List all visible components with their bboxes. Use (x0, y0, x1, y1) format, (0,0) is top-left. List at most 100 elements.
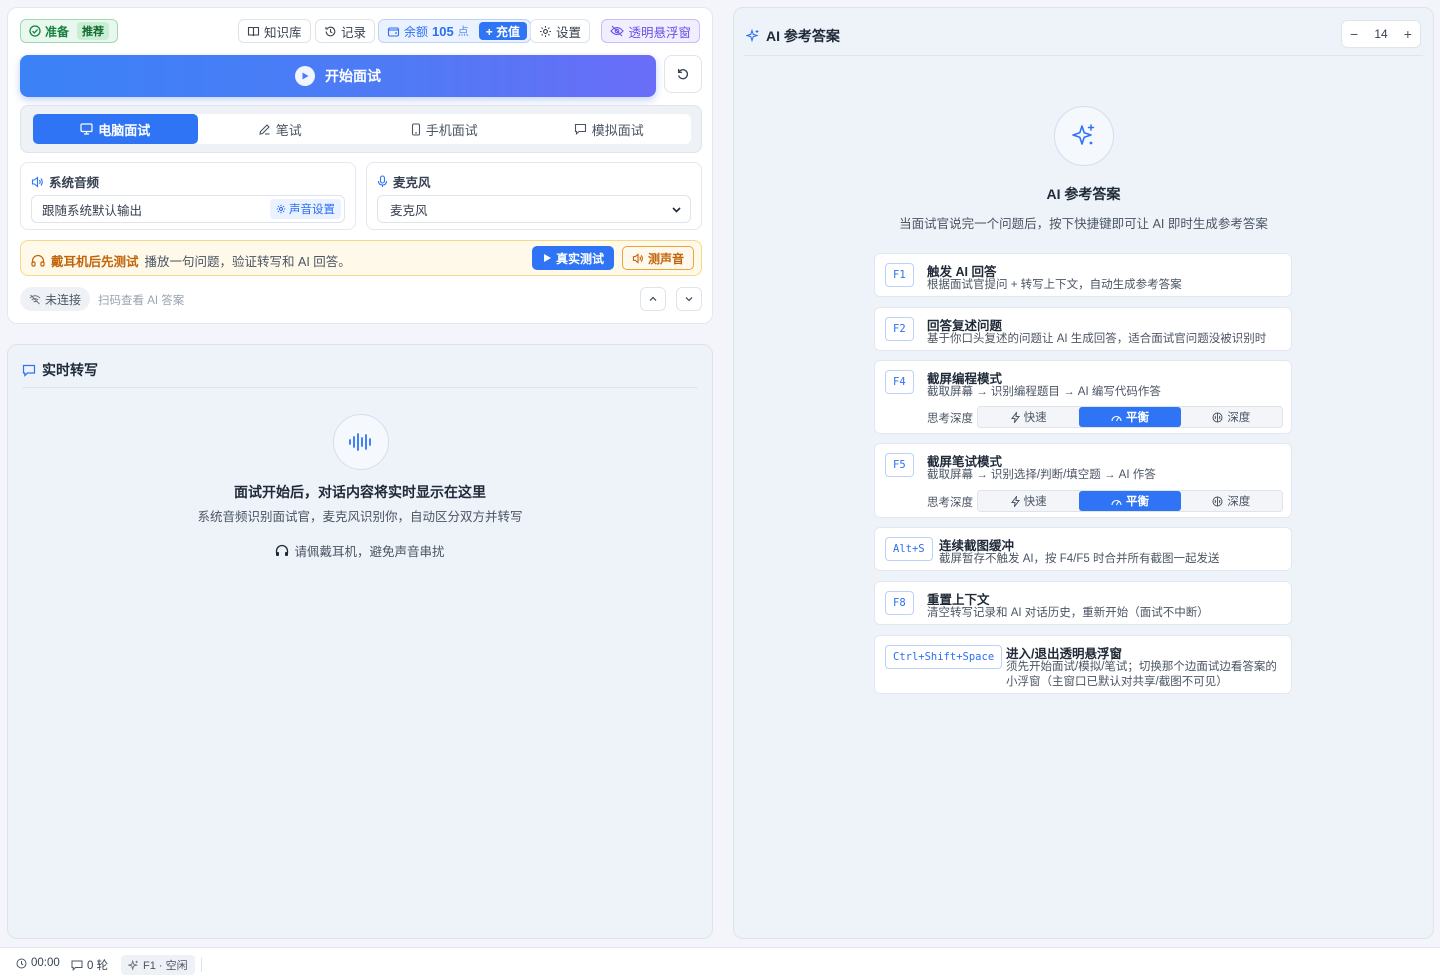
chat-icon (22, 364, 36, 377)
ready-label: 准备 (45, 24, 70, 39)
speaker-icon (31, 175, 44, 188)
shortcut-key: F4 (885, 370, 914, 394)
shortcut-card-f2: F2 回答复述问题 基于你口头复述的问题让 AI 生成回答，适合面试官问题没被识… (874, 307, 1292, 351)
shortcut-desc: 截取屏幕 → 识别编程题目 → AI 编写代码作答 (927, 386, 1161, 398)
increase-font-button[interactable]: + (1404, 26, 1412, 42)
chat-icon (574, 123, 587, 135)
decrease-font-button[interactable]: − (1350, 26, 1358, 42)
transcript-title: 实时转写 (22, 360, 98, 380)
tab-label: 笔试 (275, 122, 302, 138)
microphone-icon (377, 175, 388, 188)
microphone-selected: 麦克风 (390, 203, 428, 218)
depth-fast-option[interactable]: 快速 (978, 491, 1079, 511)
tab-label: 模拟面试 (591, 122, 644, 138)
chevron-down-icon (671, 204, 682, 215)
tab-pc-interview[interactable]: 电脑面试 (33, 114, 198, 144)
ai-answer-title-label: AI 参考答案 (766, 28, 840, 44)
shortcut-card-ctrl-shift-space: Ctrl+Shift+Space 进入/退出透明悬浮窗 须先开始面试/模拟/笔试… (874, 635, 1292, 694)
depth-option-label: 平衡 (1125, 496, 1149, 508)
lightning-icon (1010, 411, 1020, 423)
system-audio-value: 跟随系统默认输出 (42, 203, 143, 218)
brain-icon (1212, 412, 1223, 423)
sound-test-button[interactable]: 测声音 (622, 246, 695, 270)
recharge-button[interactable]: + 充值 (478, 22, 528, 40)
lightning-icon (1010, 495, 1020, 507)
shortcut-desc: 基于你口头复述的问题让 AI 生成回答，适合面试官问题没被识别时 (927, 333, 1267, 345)
ready-badge: 准备 推荐 (20, 19, 119, 43)
depth-balance-option[interactable]: 平衡 (1079, 491, 1181, 511)
shortcut-key: F8 (885, 591, 914, 615)
connection-status-label: 未连接 (45, 292, 82, 307)
transcript-title-label: 实时转写 (42, 362, 98, 378)
expand-down-button[interactable] (676, 287, 702, 311)
depth-fast-option[interactable]: 快速 (978, 407, 1079, 427)
depth-deep-option[interactable]: 深度 (1181, 491, 1282, 511)
depth-balance-option[interactable]: 平衡 (1079, 407, 1181, 427)
depth-option-label: 快速 (1023, 412, 1047, 424)
balance-label: 余额 (404, 24, 429, 39)
collapse-up-button[interactable] (640, 287, 666, 311)
sound-test-label: 测声音 (648, 251, 685, 266)
font-size-stepper: − 14 + (1341, 20, 1421, 48)
system-audio-output-field[interactable]: 跟随系统默认输出 声音设置 (31, 195, 345, 223)
elapsed-time-value: 00:00 (31, 957, 60, 969)
sparkle-icon (1054, 106, 1114, 166)
shortcut-desc: 截屏暂存不触发 AI，按 F4/F5 时合并所有截图一起发送 (939, 553, 1220, 565)
tab-phone-interview[interactable]: 手机面试 (362, 114, 527, 144)
microphone-title: 麦克风 (377, 172, 431, 191)
chevron-down-icon (684, 294, 694, 304)
start-interview-button[interactable]: 开始面试 (20, 55, 656, 97)
control-card: 准备 推荐 知识库 记录 余额 105 点 + 充值 设置 透明悬浮窗 开始面试… (7, 7, 713, 324)
float-window-button[interactable]: 透明悬浮窗 (601, 19, 700, 43)
real-test-button[interactable]: 真实测试 (532, 246, 615, 270)
tab-label: 手机面试 (425, 122, 478, 138)
shortcut-card-alt-s: Alt+S 连续截图缓冲 截屏暂存不触发 AI，按 F4/F5 时合并所有截图一… (874, 527, 1292, 571)
refresh-icon (676, 67, 690, 81)
shortcut-card-f8: F8 重置上下文 清空转写记录和 AI 对话历史，重新开始（面试不中断） (874, 581, 1292, 625)
depth-deep-option[interactable]: 深度 (1181, 407, 1282, 427)
system-audio-card: 系统音频 跟随系统默认输出 声音设置 (20, 162, 356, 230)
microphone-select[interactable]: 麦克风 (377, 195, 691, 223)
transcript-empty-sub: 系统音频识别面试官，麦克风识别你，自动区分双方并转写 (197, 510, 523, 524)
divider (22, 387, 698, 388)
refresh-button[interactable] (664, 55, 702, 93)
ai-empty-sub: 当面试官说完一个问题后，按下快捷键即可让 AI 即时生成参考答案 (899, 217, 1268, 231)
play-icon (295, 66, 315, 86)
hotkey-state-badge: F1 · 空闲 (121, 955, 195, 975)
chevron-up-icon (648, 294, 658, 304)
shortcut-key: F1 (885, 263, 914, 287)
tab-mock-interview[interactable]: 模拟面试 (527, 114, 692, 144)
mode-tabs-group: 电脑面试 笔试 手机面试 模拟面试 (33, 114, 691, 144)
tab-written-test[interactable]: 笔试 (198, 114, 363, 144)
clock-icon (16, 958, 27, 969)
balance-display: 余额 105 点 + 充值 (378, 19, 532, 43)
knowledge-base-label: 知识库 (264, 25, 302, 40)
round-count-value: 0 轮 (87, 960, 109, 972)
pen-icon (258, 123, 271, 136)
depth-selector-f5: 快速 平衡 深度 (977, 490, 1283, 512)
sound-settings-button[interactable]: 声音设置 (270, 199, 341, 219)
shortcut-desc: 须先开始面试/模拟/笔试；切换那个边面试边看答案的小浮窗（主窗口已默认对共享/截… (1006, 661, 1277, 688)
ai-answer-title: AI 参考答案 (746, 26, 840, 46)
tab-label: 电脑面试 (98, 122, 151, 138)
shortcut-card-f5: F5 截屏笔试模式 截取屏幕 → 识别选择/判断/填空题 → AI 作答 思考深… (874, 443, 1292, 518)
monitor-icon (80, 123, 93, 135)
shortcut-key: Ctrl+Shift+Space (885, 645, 1003, 669)
depth-selector-f4: 快速 平衡 深度 (977, 406, 1283, 428)
waveform-icon (333, 414, 389, 470)
sparkle-icon (746, 29, 760, 43)
connection-status[interactable]: 未连接 (20, 287, 91, 311)
shortcut-key: Alt+S (885, 537, 933, 561)
test-banner-desc: 播放一句问题，验证转写和 AI 回答。 (144, 255, 351, 269)
test-banner-strong: 戴耳机后先测试 (51, 255, 139, 269)
scan-hint: 扫码查看 AI 答案 (98, 295, 185, 307)
depth-option-label: 平衡 (1125, 412, 1149, 424)
wifi-off-icon (29, 294, 41, 305)
records-button[interactable]: 记录 (315, 19, 376, 43)
knowledge-base-button[interactable]: 知识库 (238, 19, 311, 43)
play-icon (542, 253, 552, 263)
settings-button[interactable]: 设置 (530, 19, 591, 43)
balance-unit: 点 (457, 26, 469, 38)
depth-option-label: 快速 (1023, 496, 1047, 508)
depth-option-label: 深度 (1227, 412, 1251, 424)
